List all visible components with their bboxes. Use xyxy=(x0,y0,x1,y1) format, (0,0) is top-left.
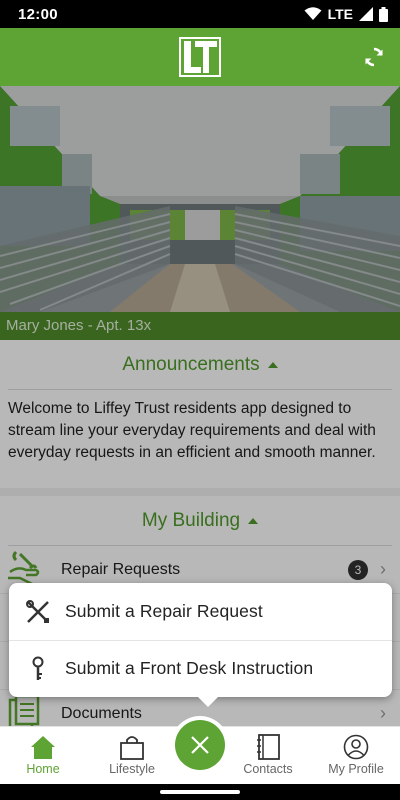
app-header xyxy=(0,28,400,86)
tab-lifestyle[interactable]: Lifestyle xyxy=(92,727,172,785)
key-icon xyxy=(32,656,44,680)
tools-icon xyxy=(26,599,49,623)
home-gesture-pill[interactable] xyxy=(160,790,240,794)
close-action-button[interactable] xyxy=(175,720,225,770)
shopping-bag-icon xyxy=(120,736,144,760)
submit-front-desk-instruction-option[interactable]: Submit a Front Desk Instruction xyxy=(9,640,392,697)
dim-overlay-top[interactable] xyxy=(0,86,400,340)
status-icons: LTE xyxy=(304,6,388,22)
contacts-book-icon xyxy=(257,734,280,760)
sheet-pointer xyxy=(198,697,218,707)
tab-home[interactable]: Home xyxy=(3,727,83,785)
home-icon xyxy=(31,736,55,759)
signal-icon xyxy=(359,7,373,21)
status-bar: 12:00 LTE xyxy=(0,0,400,28)
wifi-icon xyxy=(304,7,322,20)
status-time: 12:00 xyxy=(18,5,58,23)
tab-contacts[interactable]: Contacts xyxy=(228,727,308,785)
refresh-icon[interactable] xyxy=(362,45,386,69)
tab-my-profile-label: My Profile xyxy=(328,762,384,776)
battery-icon xyxy=(379,6,388,22)
tab-my-profile[interactable]: My Profile xyxy=(316,727,396,785)
lt-logo xyxy=(179,37,221,77)
submit-repair-request-option[interactable]: Submit a Repair Request xyxy=(9,583,392,640)
submit-action-sheet: Submit a Repair Request Submit a Front D… xyxy=(9,583,392,697)
tab-home-label: Home xyxy=(26,762,60,776)
profile-icon xyxy=(343,734,369,760)
network-type: LTE xyxy=(327,6,353,22)
tab-lifestyle-label: Lifestyle xyxy=(109,762,155,776)
submit-front-desk-instruction-label: Submit a Front Desk Instruction xyxy=(65,658,314,678)
close-icon xyxy=(191,736,209,754)
submit-repair-request-label: Submit a Repair Request xyxy=(65,601,263,621)
system-nav-bar xyxy=(0,784,400,800)
tab-contacts-label: Contacts xyxy=(243,762,293,776)
